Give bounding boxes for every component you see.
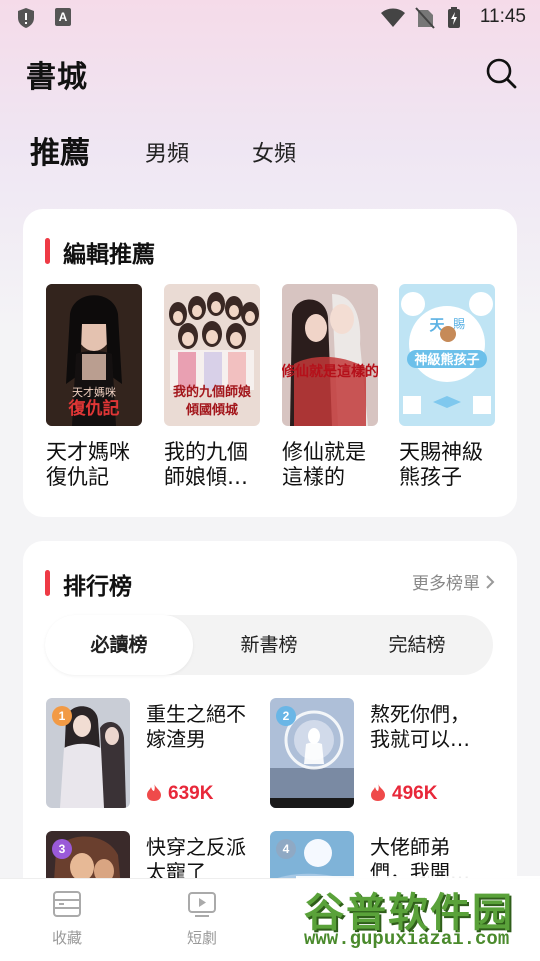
book-card[interactable]: 修仙就是這樣的 修仙就是這樣的 [282,284,378,490]
nav-label[interactable]: 收藏 [37,927,97,948]
search-icon[interactable] [484,56,518,90]
book-title[interactable]: 熬死你們，我就可以… [370,702,482,752]
section-accent-bar [45,570,50,596]
rank-badge: 2 [276,706,296,726]
tab-female[interactable]: 女頻 [252,136,296,168]
book-title[interactable]: 天賜神級熊孩子 [399,440,495,490]
bookshelf-icon [53,891,81,917]
clock: 11:45 [479,6,526,27]
book-cover[interactable]: 天 賜 神級熊孩子 [399,284,495,426]
section-title: 排行榜 [63,574,132,600]
battery-charging-icon [448,7,460,28]
svg-text:修仙就是這樣的: 修仙就是這樣的 [282,363,378,380]
rank-badge: 1 [52,706,72,726]
book-title[interactable]: 我的九個師娘傾… [164,440,260,490]
nav-label[interactable]: 短劇 [172,927,232,948]
svg-text:賜: 賜 [453,317,465,331]
segment-completed[interactable]: 完結榜 [343,615,491,675]
ranking-segmented-control: 必讀榜 新書榜 完結榜 [45,615,493,675]
status-bar: A 11:45 [0,0,540,36]
heat-value: 639K [146,782,213,805]
segment-must-read[interactable]: 必讀榜 [45,615,193,675]
book-cover[interactable]: 2 [270,698,354,808]
flame-icon [371,783,385,801]
tab-male[interactable]: 男頻 [145,136,189,168]
book-card[interactable]: 我的九個師娘 傾國傾城 我的九個師娘傾… [164,284,260,490]
watermark: 谷普软件园 www.gupuxiazai.com [296,876,540,960]
rank-badge: 3 [52,839,72,859]
book-card[interactable]: 天才媽咪 復仇記 天才媽咪復仇記 [46,284,142,490]
heat-value: 496K [370,782,437,805]
no-sim-icon [415,7,435,29]
shield-alert-icon [18,8,34,28]
flame-icon [147,783,161,801]
nav-item-short-drama[interactable]: 短劇 [172,889,232,948]
book-cover[interactable]: 1 [46,698,130,808]
book-cover[interactable]: 我的九個師娘 傾國傾城 [164,284,260,426]
svg-text:傾國傾城: 傾國傾城 [185,402,238,418]
more-rankings-link[interactable]: 更多榜單 [412,569,495,594]
book-card[interactable]: 天 賜 神級熊孩子 天賜神級熊孩子 [399,284,495,490]
wifi-icon [381,8,405,27]
heat-number: 639K [168,783,214,804]
watermark-url: www.gupuxiazai.com [304,928,510,950]
more-rankings-label[interactable]: 更多榜單 [412,574,480,594]
heat-number: 496K [392,783,438,804]
section-accent-bar [45,238,50,264]
svg-text:我的九個師娘: 我的九個師娘 [173,384,252,400]
category-tabs: 推薦 男頻 女頻 [0,128,540,172]
svg-text:神級熊孩子: 神級熊孩子 [414,352,479,368]
tab-recommend[interactable]: 推薦 [30,128,90,172]
section-title: 編輯推薦 [63,242,155,268]
ranking-item[interactable]: 2 熬死你們，我就可以… 496K [270,698,480,810]
segment-new-books[interactable]: 新書榜 [195,615,343,675]
text-a-icon: A [55,8,71,26]
svg-text:A: A [59,10,68,24]
editor-picks-card: 編輯推薦 天才媽咪 復仇記 天才媽咪復仇記 我的九個師娘 傾國傾城 我的九個師娘… [23,209,517,517]
video-icon [188,892,216,917]
svg-text:復仇記: 復仇記 [68,398,120,419]
book-title[interactable]: 重生之絕不嫁渣男 [146,702,258,752]
book-cover[interactable]: 修仙就是這樣的 [282,284,378,426]
book-title[interactable]: 天才媽咪復仇記 [46,440,142,490]
book-cover[interactable]: 天才媽咪 復仇記 [46,284,142,426]
svg-text:天才媽咪: 天才媽咪 [72,385,116,399]
page-title: 書城 [26,60,88,95]
nav-item-bookshelf[interactable]: 收藏 [37,889,97,948]
ranking-item[interactable]: 1 重生之絕不嫁渣男 639K [46,698,256,810]
book-title[interactable]: 修仙就是這樣的 [282,440,378,490]
rank-badge: 4 [276,839,296,859]
chevron-right-icon [486,575,495,589]
